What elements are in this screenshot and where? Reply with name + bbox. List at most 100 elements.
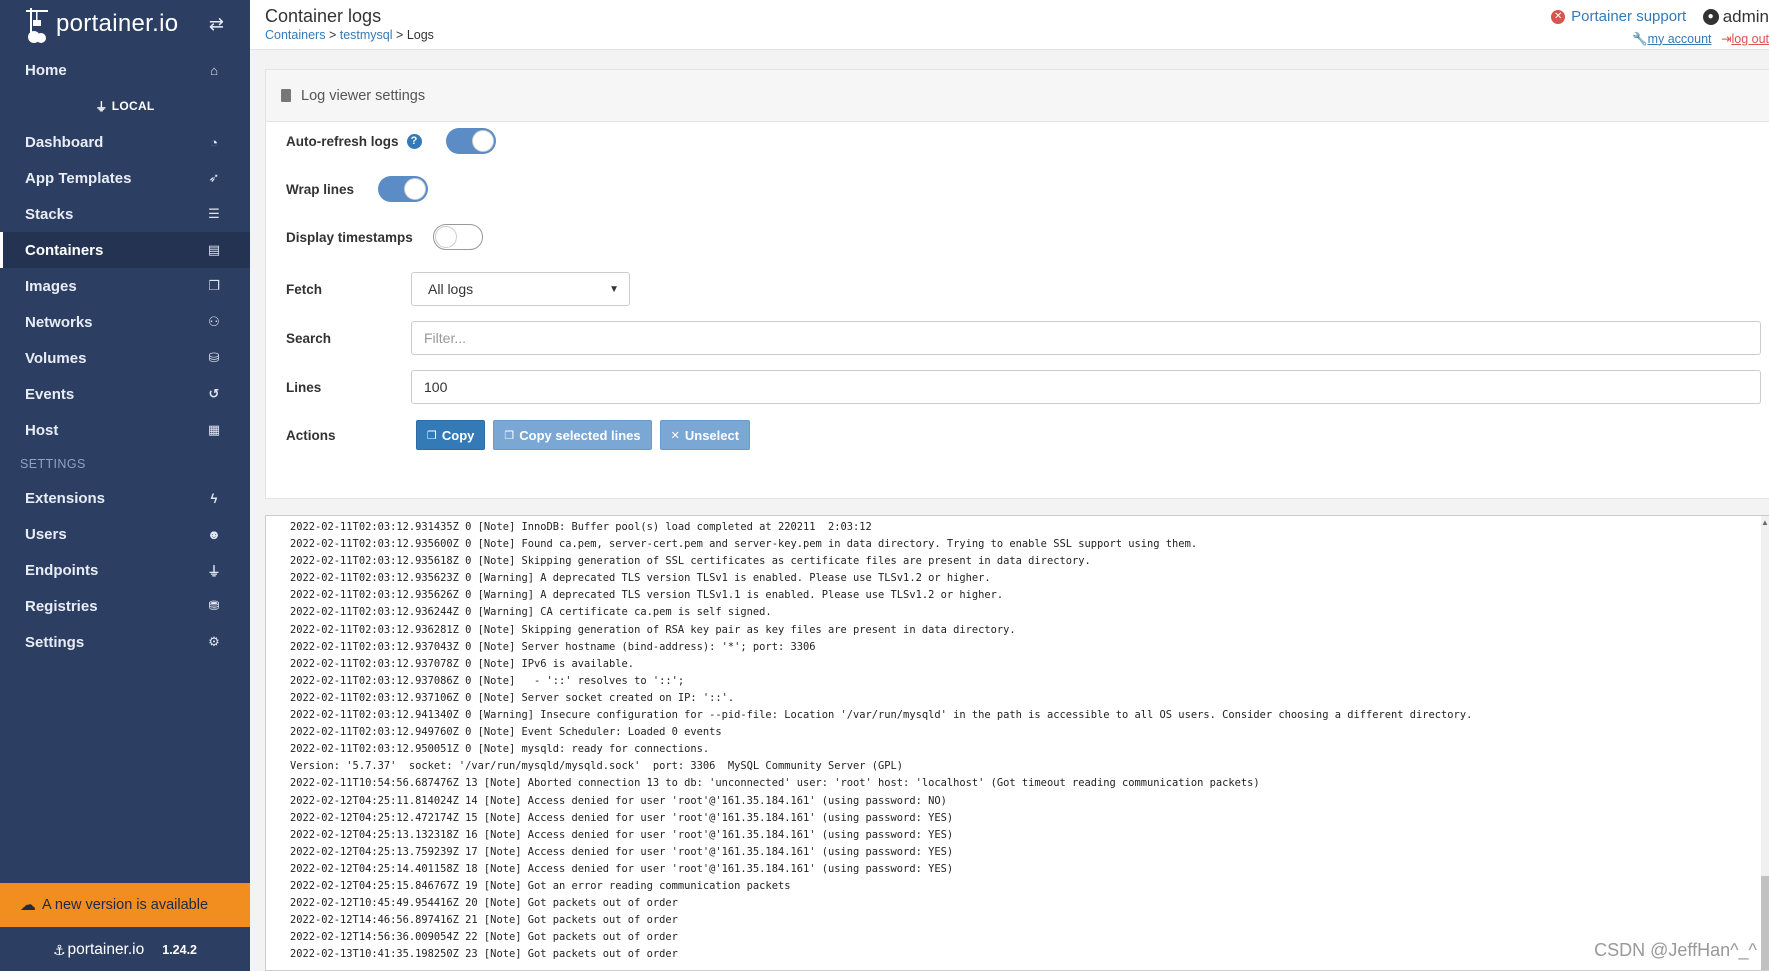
log-line[interactable]: 2022-02-11T02:03:12.949760Z 0 [Note] Eve…	[290, 724, 1769, 741]
sidebar-item-label: Users	[25, 525, 67, 543]
breadcrumb-container[interactable]: testmysql	[340, 28, 393, 42]
sidebar-item-endpoints[interactable]: Endpoints ⏚	[0, 552, 250, 588]
sidebar-item-volumes[interactable]: Volumes ⛁	[0, 340, 250, 376]
scroll-up-icon[interactable]: ▲	[1761, 518, 1769, 527]
username: ● admin	[1702, 7, 1769, 27]
breadcrumb: Containers > testmysql > Logs	[265, 28, 434, 42]
brand-name: portainer.io	[56, 10, 179, 37]
log-lines: 2022-02-11T02:03:12.931435Z 0 [Note] Inn…	[266, 516, 1769, 963]
page-title: Container logs	[265, 6, 382, 26]
log-line[interactable]: 2022-02-11T02:03:12.937106Z 0 [Note] Ser…	[290, 690, 1769, 707]
log-line[interactable]: 2022-02-12T04:25:13.759239Z 17 [Note] Ac…	[290, 844, 1769, 861]
search-input[interactable]: Filter...	[411, 321, 1761, 355]
log-line[interactable]: Version: '5.7.37' socket: '/var/run/mysq…	[290, 758, 1769, 775]
lines-row: Lines 100	[286, 370, 1769, 404]
actions-label: Actions	[286, 427, 336, 443]
sidebar-item-label: Home	[25, 61, 67, 79]
actions-buttons: ❐ Copy ❐ Copy selected lines ✕ Unselect	[416, 420, 758, 450]
sitemap-icon: ⚇	[208, 314, 220, 329]
sidebar-item-home[interactable]: Home ⌂	[0, 52, 250, 88]
log-line[interactable]: 2022-02-12T04:25:13.132318Z 16 [Note] Ac…	[290, 827, 1769, 844]
copy-selected-lines-button[interactable]: ❐ Copy selected lines	[493, 420, 652, 450]
exchange-icon[interactable]: ⇄	[209, 14, 224, 35]
auto-refresh-label: Auto-refresh logs	[286, 133, 399, 149]
cubes-icon: ⛁	[208, 350, 220, 365]
support-link[interactable]: ✕ Portainer support	[1551, 8, 1686, 25]
timestamps-row: Display timestamps	[286, 224, 483, 250]
sidebar-item-settings[interactable]: Settings ⚙	[0, 624, 250, 660]
sidebar-item-app-templates[interactable]: App Templates ➶	[0, 160, 250, 196]
log-line[interactable]: 2022-02-11T02:03:12.935600Z 0 [Note] Fou…	[290, 536, 1769, 553]
sidebar-item-label: Registries	[25, 597, 98, 615]
log-line[interactable]: 2022-02-11T02:03:12.936244Z 0 [Warning] …	[290, 604, 1769, 621]
log-line[interactable]: 2022-02-11T02:03:12.935623Z 0 [Warning] …	[290, 570, 1769, 587]
sidebar-item-events[interactable]: Events ↺	[0, 376, 250, 412]
sign-out-icon: ⇥	[1720, 31, 1732, 46]
sidebar-item-extensions[interactable]: Extensions ϟ	[0, 480, 250, 516]
log-out-link[interactable]: log out	[1731, 32, 1769, 46]
wrench-icon: 🔧	[1632, 31, 1648, 46]
log-line[interactable]: 2022-02-11T02:03:12.931435Z 0 [Note] Inn…	[290, 519, 1769, 536]
scroll-thumb[interactable]	[1761, 876, 1769, 970]
breadcrumb-current: Logs	[406, 28, 434, 42]
file-icon	[281, 89, 291, 102]
fetch-selected-value: All logs	[428, 281, 474, 297]
update-banner-text: A new version is available	[42, 897, 209, 913]
sidebar-item-users[interactable]: Users ☻	[0, 516, 250, 552]
sidebar-item-label: Dashboard	[25, 133, 104, 151]
cloud-download-icon: ☁	[20, 897, 36, 914]
copy-button[interactable]: ❐ Copy	[416, 420, 486, 450]
log-line[interactable]: 2022-02-12T04:25:15.846767Z 19 [Note] Go…	[290, 878, 1769, 895]
log-line[interactable]: 2022-02-12T04:25:11.814024Z 14 [Note] Ac…	[290, 793, 1769, 810]
log-line[interactable]: 2022-02-13T10:41:35.198250Z 23 [Note] Go…	[290, 946, 1769, 963]
fetch-select[interactable]: All logs ▼	[411, 272, 630, 306]
sidebar-item-images[interactable]: Images ❐	[0, 268, 250, 304]
unselect-button[interactable]: ✕ Unselect	[659, 420, 751, 450]
log-line[interactable]: 2022-02-11T02:03:12.936281Z 0 [Note] Ski…	[290, 622, 1769, 639]
version-label: 1.24.2	[162, 943, 198, 957]
sidebar-item-stacks[interactable]: Stacks ☰	[0, 196, 250, 232]
sidebar-item-registries[interactable]: Registries ⛃	[0, 588, 250, 624]
fetch-label: Fetch	[286, 281, 323, 297]
log-line[interactable]: 2022-02-11T02:03:12.937043Z 0 [Note] Ser…	[290, 639, 1769, 656]
log-output[interactable]: 2022-02-11T02:03:12.931435Z 0 [Note] Inn…	[265, 515, 1769, 971]
log-line[interactable]: 2022-02-12T14:46:56.897416Z 21 [Note] Go…	[290, 912, 1769, 929]
sidebar-item-label: Settings	[25, 633, 85, 651]
breadcrumb-containers[interactable]: Containers	[265, 28, 325, 42]
user-circle-icon: ●	[1702, 8, 1719, 25]
times-icon: ✕	[670, 429, 680, 442]
question-circle-icon[interactable]: ?	[406, 133, 422, 149]
lines-input[interactable]: 100	[411, 370, 1761, 404]
log-line[interactable]: 2022-02-12T04:25:14.401158Z 18 [Note] Ac…	[290, 861, 1769, 878]
log-line[interactable]: 2022-02-11T02:03:12.935618Z 0 [Note] Ski…	[290, 553, 1769, 570]
sidebar-footer: ⚓ portainer.io 1.24.2	[0, 935, 250, 965]
log-line[interactable]: 2022-02-11T02:03:12.935626Z 0 [Warning] …	[290, 587, 1769, 604]
log-line[interactable]: 2022-02-11T02:03:12.950051Z 0 [Note] mys…	[290, 741, 1769, 758]
update-available-banner[interactable]: ☁ A new version is available	[0, 883, 250, 927]
sidebar-item-host[interactable]: Host ▦	[0, 412, 250, 448]
log-line[interactable]: 2022-02-11T02:03:12.937086Z 0 [Note] - '…	[290, 673, 1769, 690]
log-line[interactable]: 2022-02-11T02:03:12.941340Z 0 [Warning] …	[290, 707, 1769, 724]
user-area: ✕ Portainer support ● admin 🔧my account …	[1551, 6, 1769, 47]
panel-header: Log viewer settings	[266, 70, 1769, 122]
crane-logo-icon: ⚓	[52, 941, 66, 958]
display-timestamps-toggle[interactable]	[432, 224, 483, 250]
sidebar: portainer.io ⇄ Home ⌂ ⏚ LOCAL Dashboard …	[0, 0, 250, 971]
th-icon: ▦	[207, 422, 221, 437]
auto-refresh-toggle[interactable]	[445, 128, 496, 154]
sidebar-item-label: Extensions	[25, 489, 106, 507]
search-label: Search	[286, 330, 332, 346]
portainer-logo[interactable]: portainer.io	[24, 4, 178, 44]
sidebar-item-dashboard[interactable]: Dashboard ◔	[0, 124, 250, 160]
wrap-lines-toggle[interactable]	[378, 176, 429, 202]
log-scrollbar[interactable]: ▲	[1761, 516, 1769, 970]
log-line[interactable]: 2022-02-12T14:56:36.009054Z 22 [Note] Go…	[290, 929, 1769, 946]
log-line[interactable]: 2022-02-11T10:54:56.687476Z 13 [Note] Ab…	[290, 775, 1769, 792]
log-line[interactable]: 2022-02-11T02:03:12.937078Z 0 [Note] IPv…	[290, 656, 1769, 673]
log-line[interactable]: 2022-02-12T10:45:49.954416Z 20 [Note] Go…	[290, 895, 1769, 912]
timestamps-label: Display timestamps	[286, 229, 413, 245]
my-account-link[interactable]: my account	[1648, 32, 1712, 46]
sidebar-item-networks[interactable]: Networks ⚇	[0, 304, 250, 340]
log-line[interactable]: 2022-02-12T04:25:12.472174Z 15 [Note] Ac…	[290, 810, 1769, 827]
sidebar-item-containers[interactable]: Containers ▤	[0, 232, 250, 268]
